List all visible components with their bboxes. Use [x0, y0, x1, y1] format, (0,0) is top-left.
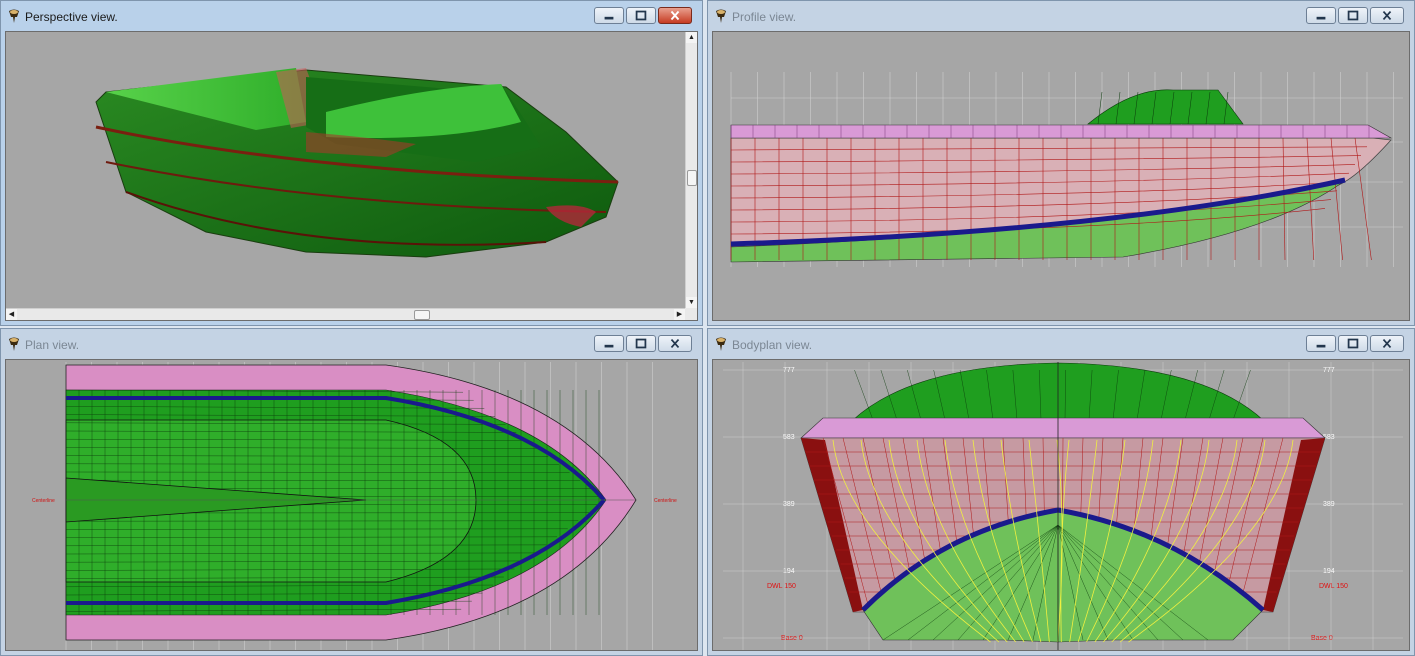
centerline-label-left: Centerline — [32, 498, 55, 504]
pin-icon[interactable] — [713, 8, 729, 24]
bodyplan-canvas[interactable]: 777 583 389 194 777 583 389 194 DWL 150 … — [712, 359, 1410, 651]
profile-title: Profile view. — [732, 10, 797, 24]
perspective-titlebar[interactable]: Perspective view. — [1, 1, 702, 31]
height-label-right-0: 777 — [1323, 367, 1335, 374]
maximize-icon — [635, 338, 647, 349]
bodyplan-title: Bodyplan view. — [732, 338, 813, 352]
minimize-icon — [604, 344, 614, 348]
height-label-right-3: 194 — [1323, 568, 1335, 575]
dwl-label-left: DWL 150 — [767, 583, 796, 590]
plan-window[interactable]: Plan view. Centerline Centerline — [0, 328, 703, 656]
maximize-icon — [635, 10, 647, 21]
perspective-vscrollbar[interactable]: ▲ ▼ — [685, 32, 697, 308]
minimize-button[interactable] — [1306, 7, 1336, 24]
bodyplan-hull-drawing: 777 583 389 194 777 583 389 194 DWL 150 … — [723, 362, 1403, 650]
plan-title: Plan view. — [25, 338, 80, 352]
pin-icon[interactable] — [6, 336, 22, 352]
minimize-icon — [1316, 344, 1326, 348]
minimize-button[interactable] — [594, 7, 624, 24]
arrow-right-icon[interactable]: ▶ — [674, 309, 685, 320]
maximize-icon — [1347, 338, 1359, 349]
pin-icon[interactable] — [713, 336, 729, 352]
pin-icon[interactable] — [6, 8, 22, 24]
profile-canvas[interactable] — [712, 31, 1410, 321]
minimize-icon — [1316, 16, 1326, 20]
close-icon — [670, 338, 680, 349]
profile-hull-drawing — [730, 72, 1403, 267]
base-label-right: Base 0 — [1311, 635, 1333, 642]
maximize-button[interactable] — [1338, 335, 1368, 352]
centerline-label-right: Centerline — [654, 498, 677, 504]
close-button[interactable] — [1370, 335, 1404, 352]
close-icon — [1382, 10, 1392, 21]
perspective-vscroll-thumb[interactable] — [687, 170, 697, 186]
close-button[interactable] — [658, 7, 692, 24]
plan-hull-drawing: Centerline Centerline — [32, 362, 677, 650]
deck — [800, 417, 1326, 439]
plan-canvas[interactable]: Centerline Centerline — [5, 359, 698, 651]
maximize-button[interactable] — [626, 335, 656, 352]
arrow-down-icon[interactable]: ▼ — [686, 297, 697, 308]
bodyplan-window[interactable]: Bodyplan view. 777 583 389 194 777 583 3… — [707, 328, 1415, 656]
profile-window[interactable]: Profile view. — [707, 0, 1415, 326]
minimize-icon — [604, 16, 614, 20]
maximize-button[interactable] — [626, 7, 656, 24]
close-button[interactable] — [658, 335, 692, 352]
minimize-button[interactable] — [594, 335, 624, 352]
arrow-up-icon[interactable]: ▲ — [686, 32, 697, 43]
scroll-corner — [685, 308, 697, 320]
close-icon — [670, 10, 680, 21]
perspective-hscrollbar[interactable]: ◀ ▶ — [6, 308, 685, 320]
cabin-top — [1087, 89, 1244, 125]
profile-titlebar[interactable]: Profile view. — [708, 1, 1414, 31]
arrow-left-icon[interactable]: ◀ — [6, 309, 17, 320]
perspective-hscroll-thumb[interactable] — [414, 310, 430, 320]
perspective-window[interactable]: Perspective view. ▲ ▼ ◀ ▶ — [0, 0, 703, 326]
height-label-right-2: 389 — [1323, 501, 1335, 508]
base-label-left: Base 0 — [781, 635, 803, 642]
bodyplan-titlebar[interactable]: Bodyplan view. — [708, 329, 1414, 359]
plan-titlebar[interactable]: Plan view. — [1, 329, 702, 359]
maximize-icon — [1347, 10, 1359, 21]
perspective-title: Perspective view. — [25, 10, 118, 24]
maximize-button[interactable] — [1338, 7, 1368, 24]
close-icon — [1382, 338, 1392, 349]
dwl-label-right: DWL 150 — [1319, 583, 1348, 590]
perspective-canvas[interactable]: ▲ ▼ ◀ ▶ — [5, 31, 698, 321]
minimize-button[interactable] — [1306, 335, 1336, 352]
close-button[interactable] — [1370, 7, 1404, 24]
perspective-boat-render — [95, 68, 619, 258]
